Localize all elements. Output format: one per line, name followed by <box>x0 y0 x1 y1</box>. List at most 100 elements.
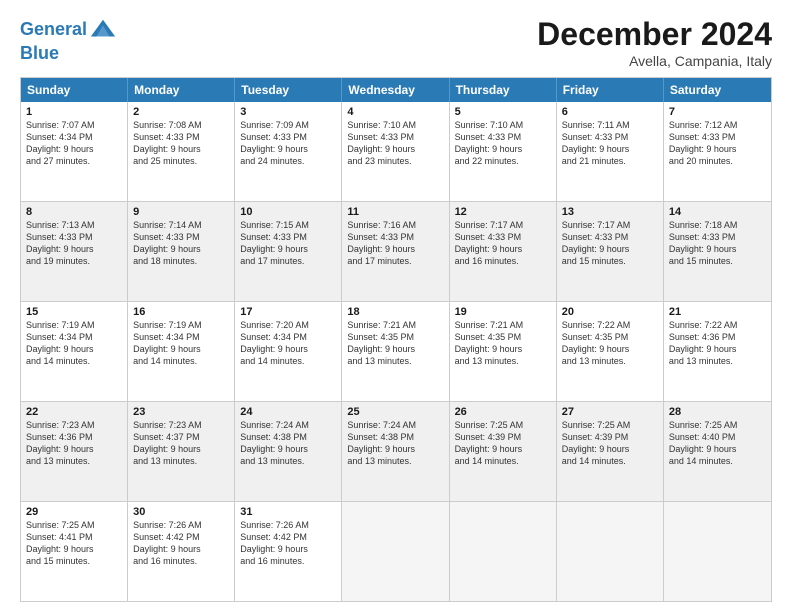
day-cell-22: 22Sunrise: 7:23 AM Sunset: 4:36 PM Dayli… <box>21 402 128 501</box>
day-info: Sunrise: 7:12 AM Sunset: 4:33 PM Dayligh… <box>669 119 766 168</box>
day-cell-29: 29Sunrise: 7:25 AM Sunset: 4:41 PM Dayli… <box>21 502 128 601</box>
day-info: Sunrise: 7:25 AM Sunset: 4:40 PM Dayligh… <box>669 419 766 468</box>
header: General Blue December 2024 Avella, Campa… <box>20 16 772 69</box>
header-wednesday: Wednesday <box>342 78 449 102</box>
day-info: Sunrise: 7:17 AM Sunset: 4:33 PM Dayligh… <box>562 219 658 268</box>
day-cell-5: 5Sunrise: 7:10 AM Sunset: 4:33 PM Daylig… <box>450 102 557 201</box>
day-number: 30 <box>133 506 229 518</box>
day-info: Sunrise: 7:25 AM Sunset: 4:39 PM Dayligh… <box>562 419 658 468</box>
subtitle: Avella, Campania, Italy <box>537 53 772 69</box>
day-number: 25 <box>347 406 443 418</box>
header-thursday: Thursday <box>450 78 557 102</box>
day-cell-16: 16Sunrise: 7:19 AM Sunset: 4:34 PM Dayli… <box>128 302 235 401</box>
empty-cell <box>557 502 664 601</box>
day-cell-7: 7Sunrise: 7:12 AM Sunset: 4:33 PM Daylig… <box>664 102 771 201</box>
calendar-week-1: 1Sunrise: 7:07 AM Sunset: 4:34 PM Daylig… <box>21 102 771 201</box>
calendar-week-4: 22Sunrise: 7:23 AM Sunset: 4:36 PM Dayli… <box>21 401 771 501</box>
day-cell-8: 8Sunrise: 7:13 AM Sunset: 4:33 PM Daylig… <box>21 202 128 301</box>
day-number: 31 <box>240 506 336 518</box>
day-cell-1: 1Sunrise: 7:07 AM Sunset: 4:34 PM Daylig… <box>21 102 128 201</box>
title-area: December 2024 Avella, Campania, Italy <box>537 16 772 69</box>
day-info: Sunrise: 7:26 AM Sunset: 4:42 PM Dayligh… <box>133 519 229 568</box>
day-cell-3: 3Sunrise: 7:09 AM Sunset: 4:33 PM Daylig… <box>235 102 342 201</box>
day-info: Sunrise: 7:26 AM Sunset: 4:42 PM Dayligh… <box>240 519 336 568</box>
day-info: Sunrise: 7:17 AM Sunset: 4:33 PM Dayligh… <box>455 219 551 268</box>
day-number: 22 <box>26 406 122 418</box>
day-cell-20: 20Sunrise: 7:22 AM Sunset: 4:35 PM Dayli… <box>557 302 664 401</box>
calendar-header: Sunday Monday Tuesday Wednesday Thursday… <box>21 78 771 102</box>
day-cell-25: 25Sunrise: 7:24 AM Sunset: 4:38 PM Dayli… <box>342 402 449 501</box>
day-cell-11: 11Sunrise: 7:16 AM Sunset: 4:33 PM Dayli… <box>342 202 449 301</box>
day-info: Sunrise: 7:24 AM Sunset: 4:38 PM Dayligh… <box>240 419 336 468</box>
day-info: Sunrise: 7:07 AM Sunset: 4:34 PM Dayligh… <box>26 119 122 168</box>
day-info: Sunrise: 7:10 AM Sunset: 4:33 PM Dayligh… <box>455 119 551 168</box>
day-number: 16 <box>133 306 229 318</box>
calendar-week-3: 15Sunrise: 7:19 AM Sunset: 4:34 PM Dayli… <box>21 301 771 401</box>
day-cell-9: 9Sunrise: 7:14 AM Sunset: 4:33 PM Daylig… <box>128 202 235 301</box>
month-title: December 2024 <box>537 16 772 53</box>
day-info: Sunrise: 7:15 AM Sunset: 4:33 PM Dayligh… <box>240 219 336 268</box>
empty-cell <box>664 502 771 601</box>
logo-text: General <box>20 20 87 40</box>
header-sunday: Sunday <box>21 78 128 102</box>
calendar-week-2: 8Sunrise: 7:13 AM Sunset: 4:33 PM Daylig… <box>21 201 771 301</box>
day-number: 17 <box>240 306 336 318</box>
logo-icon <box>89 16 117 44</box>
day-number: 19 <box>455 306 551 318</box>
day-cell-24: 24Sunrise: 7:24 AM Sunset: 4:38 PM Dayli… <box>235 402 342 501</box>
day-info: Sunrise: 7:21 AM Sunset: 4:35 PM Dayligh… <box>455 319 551 368</box>
day-cell-27: 27Sunrise: 7:25 AM Sunset: 4:39 PM Dayli… <box>557 402 664 501</box>
day-cell-21: 21Sunrise: 7:22 AM Sunset: 4:36 PM Dayli… <box>664 302 771 401</box>
day-number: 1 <box>26 106 122 118</box>
day-info: Sunrise: 7:10 AM Sunset: 4:33 PM Dayligh… <box>347 119 443 168</box>
day-info: Sunrise: 7:24 AM Sunset: 4:38 PM Dayligh… <box>347 419 443 468</box>
day-number: 12 <box>455 206 551 218</box>
day-number: 15 <box>26 306 122 318</box>
day-cell-28: 28Sunrise: 7:25 AM Sunset: 4:40 PM Dayli… <box>664 402 771 501</box>
day-info: Sunrise: 7:23 AM Sunset: 4:36 PM Dayligh… <box>26 419 122 468</box>
day-number: 26 <box>455 406 551 418</box>
day-number: 5 <box>455 106 551 118</box>
day-number: 3 <box>240 106 336 118</box>
header-friday: Friday <box>557 78 664 102</box>
day-number: 7 <box>669 106 766 118</box>
day-cell-23: 23Sunrise: 7:23 AM Sunset: 4:37 PM Dayli… <box>128 402 235 501</box>
day-cell-26: 26Sunrise: 7:25 AM Sunset: 4:39 PM Dayli… <box>450 402 557 501</box>
header-monday: Monday <box>128 78 235 102</box>
day-cell-4: 4Sunrise: 7:10 AM Sunset: 4:33 PM Daylig… <box>342 102 449 201</box>
day-info: Sunrise: 7:19 AM Sunset: 4:34 PM Dayligh… <box>133 319 229 368</box>
day-number: 8 <box>26 206 122 218</box>
day-info: Sunrise: 7:11 AM Sunset: 4:33 PM Dayligh… <box>562 119 658 168</box>
day-number: 14 <box>669 206 766 218</box>
day-cell-30: 30Sunrise: 7:26 AM Sunset: 4:42 PM Dayli… <box>128 502 235 601</box>
day-cell-10: 10Sunrise: 7:15 AM Sunset: 4:33 PM Dayli… <box>235 202 342 301</box>
day-info: Sunrise: 7:19 AM Sunset: 4:34 PM Dayligh… <box>26 319 122 368</box>
day-cell-19: 19Sunrise: 7:21 AM Sunset: 4:35 PM Dayli… <box>450 302 557 401</box>
day-info: Sunrise: 7:09 AM Sunset: 4:33 PM Dayligh… <box>240 119 336 168</box>
day-number: 10 <box>240 206 336 218</box>
day-info: Sunrise: 7:22 AM Sunset: 4:35 PM Dayligh… <box>562 319 658 368</box>
day-cell-12: 12Sunrise: 7:17 AM Sunset: 4:33 PM Dayli… <box>450 202 557 301</box>
empty-cell <box>342 502 449 601</box>
empty-cell <box>450 502 557 601</box>
day-number: 11 <box>347 206 443 218</box>
day-info: Sunrise: 7:25 AM Sunset: 4:41 PM Dayligh… <box>26 519 122 568</box>
day-number: 2 <box>133 106 229 118</box>
day-cell-2: 2Sunrise: 7:08 AM Sunset: 4:33 PM Daylig… <box>128 102 235 201</box>
calendar: Sunday Monday Tuesday Wednesday Thursday… <box>20 77 772 602</box>
calendar-body: 1Sunrise: 7:07 AM Sunset: 4:34 PM Daylig… <box>21 102 771 601</box>
calendar-week-5: 29Sunrise: 7:25 AM Sunset: 4:41 PM Dayli… <box>21 501 771 601</box>
day-info: Sunrise: 7:25 AM Sunset: 4:39 PM Dayligh… <box>455 419 551 468</box>
day-info: Sunrise: 7:18 AM Sunset: 4:33 PM Dayligh… <box>669 219 766 268</box>
day-info: Sunrise: 7:14 AM Sunset: 4:33 PM Dayligh… <box>133 219 229 268</box>
day-cell-15: 15Sunrise: 7:19 AM Sunset: 4:34 PM Dayli… <box>21 302 128 401</box>
day-cell-31: 31Sunrise: 7:26 AM Sunset: 4:42 PM Dayli… <box>235 502 342 601</box>
header-tuesday: Tuesday <box>235 78 342 102</box>
day-number: 9 <box>133 206 229 218</box>
day-info: Sunrise: 7:20 AM Sunset: 4:34 PM Dayligh… <box>240 319 336 368</box>
day-info: Sunrise: 7:21 AM Sunset: 4:35 PM Dayligh… <box>347 319 443 368</box>
day-cell-18: 18Sunrise: 7:21 AM Sunset: 4:35 PM Dayli… <box>342 302 449 401</box>
day-cell-6: 6Sunrise: 7:11 AM Sunset: 4:33 PM Daylig… <box>557 102 664 201</box>
day-number: 24 <box>240 406 336 418</box>
logo-text2: Blue <box>20 44 117 64</box>
